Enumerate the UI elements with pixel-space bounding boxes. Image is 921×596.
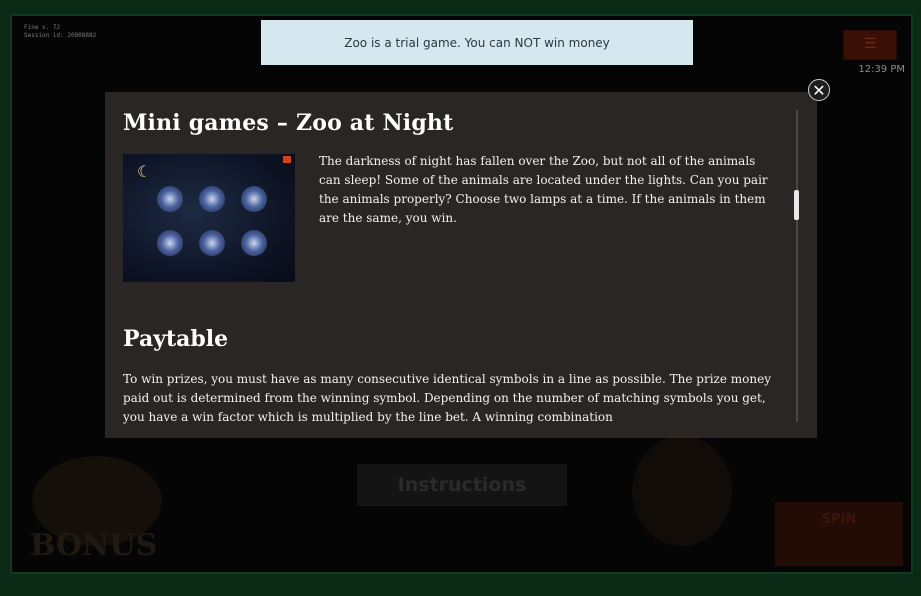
mini-games-description: The darkness of night has fallen over th… xyxy=(319,154,768,225)
close-modal-button[interactable]: ✕ xyxy=(808,79,830,101)
spin-button[interactable]: SPIN xyxy=(775,502,903,566)
bg-shape xyxy=(632,436,732,546)
session-id-text: Session id: 20808882 xyxy=(24,32,97,39)
moon-icon: ☾ xyxy=(137,162,152,181)
paytable-text: To win prizes, you must have as many con… xyxy=(123,372,772,424)
mini-close-icon xyxy=(283,156,291,163)
menu-button[interactable]: ☰ xyxy=(843,30,897,60)
trial-notice: Zoo is a trial game. You can NOT win mon… xyxy=(261,20,693,65)
lamp-icon xyxy=(157,186,183,212)
scrollbar-track[interactable] xyxy=(796,110,798,422)
session-info: Fine v. 72 Session id: 20808882 xyxy=(24,24,96,40)
paytable-title: Paytable xyxy=(123,326,229,352)
instructions-button[interactable]: Instructions xyxy=(357,464,567,506)
lamp-icon xyxy=(241,186,267,212)
help-modal-content[interactable]: Mini games – Zoo at Night ☾ The darkness… xyxy=(123,92,783,438)
clock: 12:39 PM xyxy=(858,64,905,75)
lamp-icon xyxy=(157,230,183,256)
scrollbar-thumb[interactable] xyxy=(794,190,799,220)
close-icon: ✕ xyxy=(812,81,826,100)
version-text: Fine v. 72 xyxy=(24,24,61,31)
mini-games-title: Mini games – Zoo at Night xyxy=(123,110,454,136)
help-modal: Mini games – Zoo at Night ☾ The darkness… xyxy=(105,92,817,438)
lamp-icon xyxy=(241,230,267,256)
bonus-text: BONUS xyxy=(30,528,158,563)
zoo-at-night-image: ☾ xyxy=(123,154,295,282)
hamburger-icon: ☰ xyxy=(863,36,877,52)
trial-notice-text: Zoo is a trial game. You can NOT win mon… xyxy=(344,35,610,50)
lamp-icon xyxy=(199,230,225,256)
lamp-icon xyxy=(199,186,225,212)
